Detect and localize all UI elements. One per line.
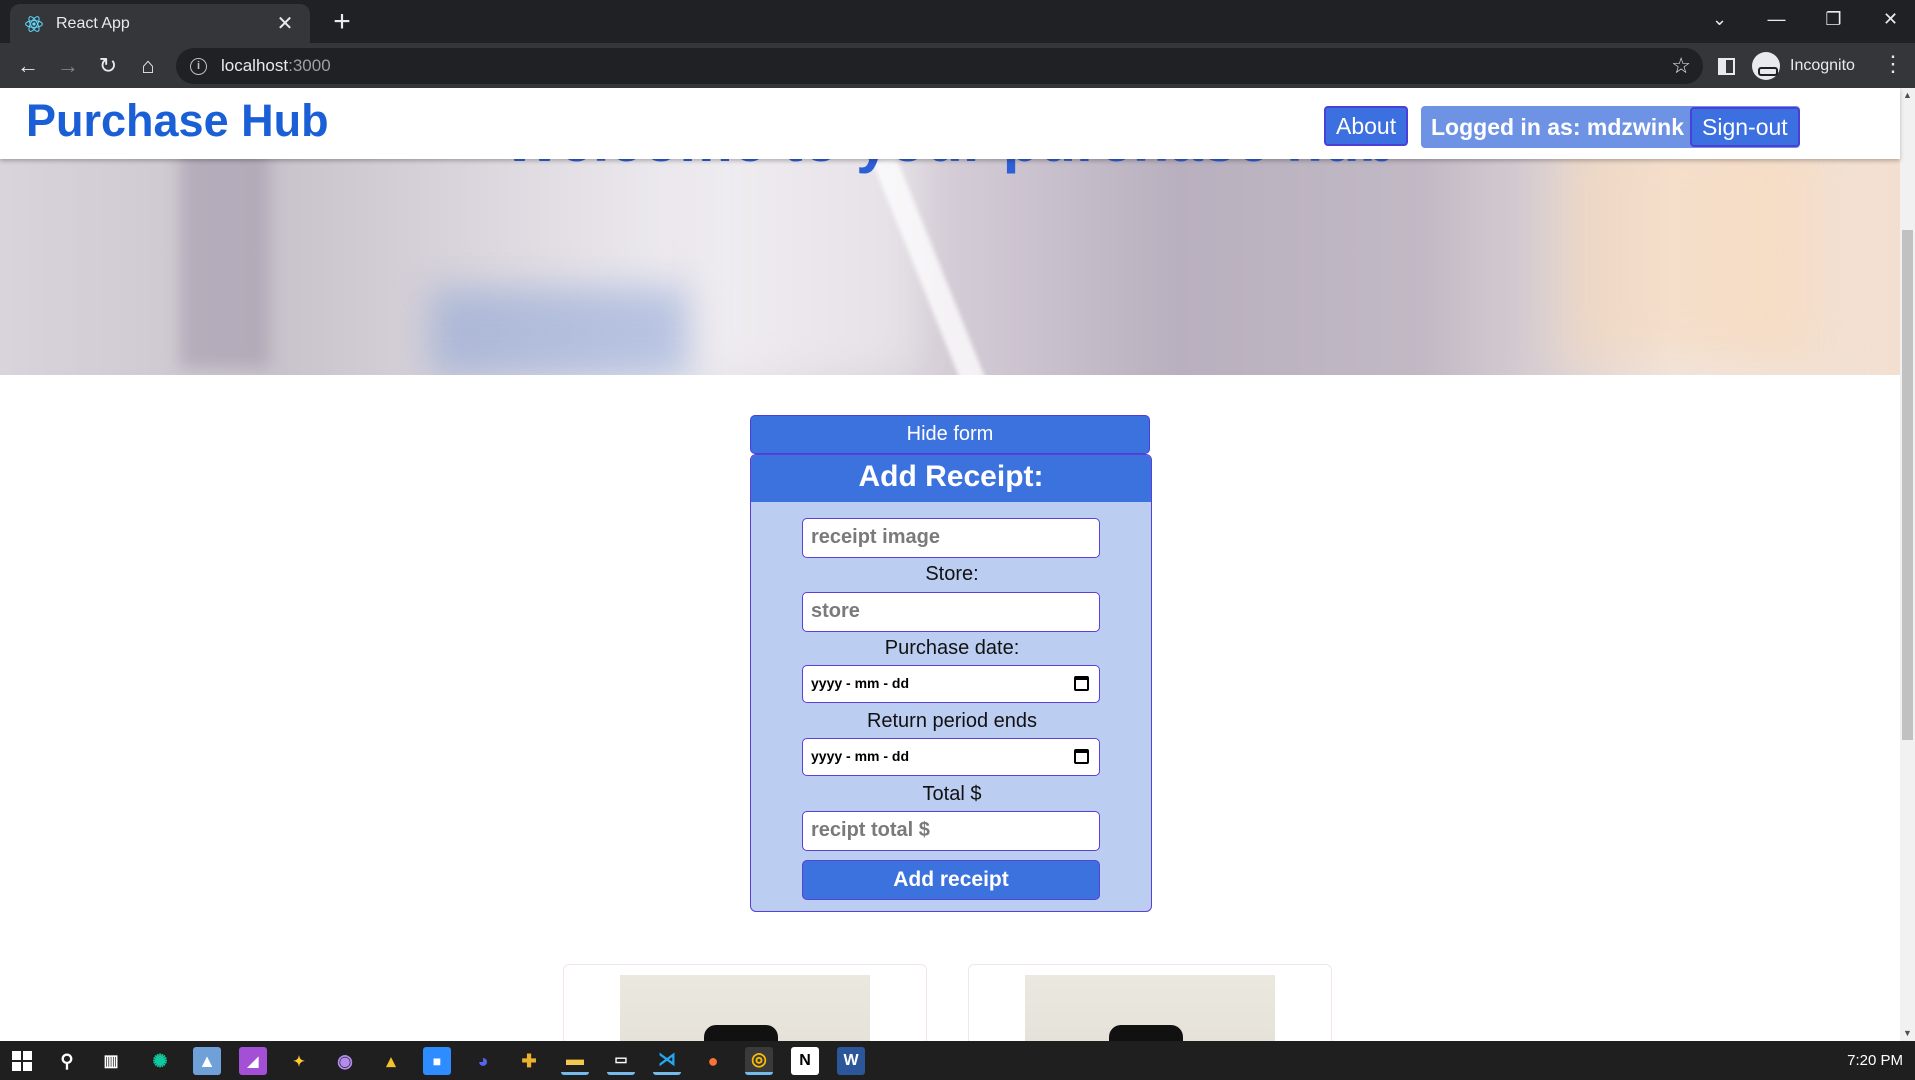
receipt-card[interactable]: [968, 964, 1332, 1041]
about-button[interactable]: About: [1324, 106, 1409, 146]
home-icon[interactable]: ⌂: [132, 50, 164, 82]
browser-toolbar: ← → ↻ ⌂ i localhost:3000 ☆ Incognito ⋮: [0, 43, 1915, 88]
linux-icon[interactable]: ▴: [377, 1047, 405, 1075]
notion-icon[interactable]: N: [791, 1047, 819, 1075]
login-status: Logged in as: mdzwink Sign-out: [1421, 106, 1800, 148]
reload-icon[interactable]: ↻: [92, 50, 124, 82]
receipt-image-input[interactable]: receipt image: [802, 518, 1100, 558]
incognito-icon: [1752, 52, 1780, 80]
tab-title: React App: [56, 14, 130, 32]
return-date-input[interactable]: yyyy - mm - dd: [802, 738, 1100, 776]
vscode-icon[interactable]: ⋊: [653, 1047, 681, 1075]
back-arrow-icon[interactable]: ←: [12, 50, 44, 82]
discord-icon[interactable]: ◕: [469, 1047, 497, 1075]
address-bar[interactable]: i localhost:3000 ☆: [176, 48, 1703, 84]
purchase-date-input[interactable]: yyyy - mm - dd: [802, 665, 1100, 703]
form-heading: Add Receipt:: [751, 455, 1151, 502]
browser-menu-icon[interactable]: ⋮: [1882, 51, 1904, 77]
site-brand[interactable]: Purchase Hub: [26, 95, 329, 147]
windows-start-icon[interactable]: [12, 1051, 32, 1071]
hero-background-shape: [430, 288, 690, 375]
incognito-label: Incognito: [1790, 57, 1855, 74]
close-window-icon[interactable]: ✕: [1863, 0, 1915, 38]
search-icon[interactable]: ⚲: [53, 1047, 81, 1075]
minimize-window-icon[interactable]: —: [1749, 0, 1804, 38]
total-input[interactable]: recipt total $: [802, 811, 1100, 851]
chrome-icon[interactable]: ◎: [745, 1047, 773, 1075]
scroll-down-arrow-icon[interactable]: ▼: [1900, 1026, 1915, 1041]
windows-taskbar: ⚲ ▥ ✺ ▲ ◢ ✦ ◉ ▴ ■ ◕ ✚ ▬ ▭ ⋊ ● ◎ N W 7:20…: [0, 1041, 1915, 1080]
return-period-label: Return period ends: [866, 710, 1038, 732]
receipt-image: [620, 975, 870, 1041]
page-viewport: Welcome to your purchase hub Purchase Hu…: [0, 88, 1915, 1041]
forward-arrow-icon[interactable]: →: [52, 50, 84, 82]
chatgpt-icon[interactable]: ✺: [146, 1047, 174, 1075]
scroll-up-arrow-icon[interactable]: ▲: [1900, 88, 1915, 103]
logged-in-text: Logged in as: mdzwink: [1431, 113, 1685, 140]
page-scrollbar[interactable]: ▲ ▼: [1900, 88, 1915, 1041]
calendar-icon[interactable]: [1074, 676, 1089, 691]
receipt-image: [1025, 975, 1275, 1041]
site-info-icon[interactable]: i: [190, 57, 207, 75]
add-receipt-button[interactable]: Add receipt: [802, 860, 1100, 900]
firefox-icon[interactable]: ●: [699, 1047, 727, 1075]
word-icon[interactable]: W: [837, 1047, 865, 1075]
react-logo-icon: [25, 15, 43, 32]
store-label: Store:: [925, 563, 979, 585]
browser-tab[interactable]: React App ✕: [10, 4, 310, 43]
url-host: localhost: [221, 56, 289, 75]
purchase-date-value: yyyy - mm - dd: [811, 675, 910, 691]
browser-tab-strip: React App ✕ + ⌄ — ❐ ✕: [0, 0, 1915, 43]
store-input[interactable]: store: [802, 592, 1100, 632]
purchase-date-label: Purchase date:: [884, 637, 1020, 659]
photos-icon[interactable]: ▲: [193, 1047, 221, 1075]
affinity-icon[interactable]: ◢: [239, 1047, 267, 1075]
add-receipt-form: Add Receipt: receipt image Store: store …: [750, 454, 1152, 912]
taskbar-clock[interactable]: 7:20 PM: [1847, 1041, 1903, 1080]
restore-window-icon[interactable]: ❐: [1806, 0, 1861, 38]
hide-form-button[interactable]: Hide form: [750, 415, 1150, 454]
return-date-value: yyyy - mm - dd: [811, 748, 910, 764]
file-explorer-icon[interactable]: ▬: [561, 1047, 589, 1075]
site-header: Purchase Hub About Logged in as: mdzwink…: [0, 88, 1900, 159]
task-view-icon[interactable]: ▥: [97, 1047, 125, 1075]
bookmark-star-icon[interactable]: ☆: [1671, 53, 1691, 79]
total-label: Total $: [922, 783, 982, 805]
sign-out-button[interactable]: Sign-out: [1690, 107, 1800, 147]
slack-icon[interactable]: ✚: [515, 1047, 543, 1075]
davinci-icon[interactable]: ✦: [285, 1047, 313, 1075]
url-port: :3000: [288, 56, 331, 75]
zoom-icon[interactable]: ■: [423, 1047, 451, 1075]
scroll-thumb[interactable]: [1902, 230, 1913, 740]
receipt-card[interactable]: [563, 964, 927, 1041]
close-tab-icon[interactable]: ✕: [274, 11, 296, 36]
terminal-icon[interactable]: ▭: [607, 1047, 635, 1075]
side-panel-icon[interactable]: [1718, 58, 1735, 75]
incognito-profile[interactable]: Incognito: [1752, 49, 1855, 83]
github-icon[interactable]: ◉: [331, 1047, 359, 1075]
calendar-icon[interactable]: [1074, 749, 1089, 764]
tab-search-chevron-icon[interactable]: ⌄: [1692, 0, 1747, 38]
new-tab-icon[interactable]: +: [325, 6, 359, 40]
